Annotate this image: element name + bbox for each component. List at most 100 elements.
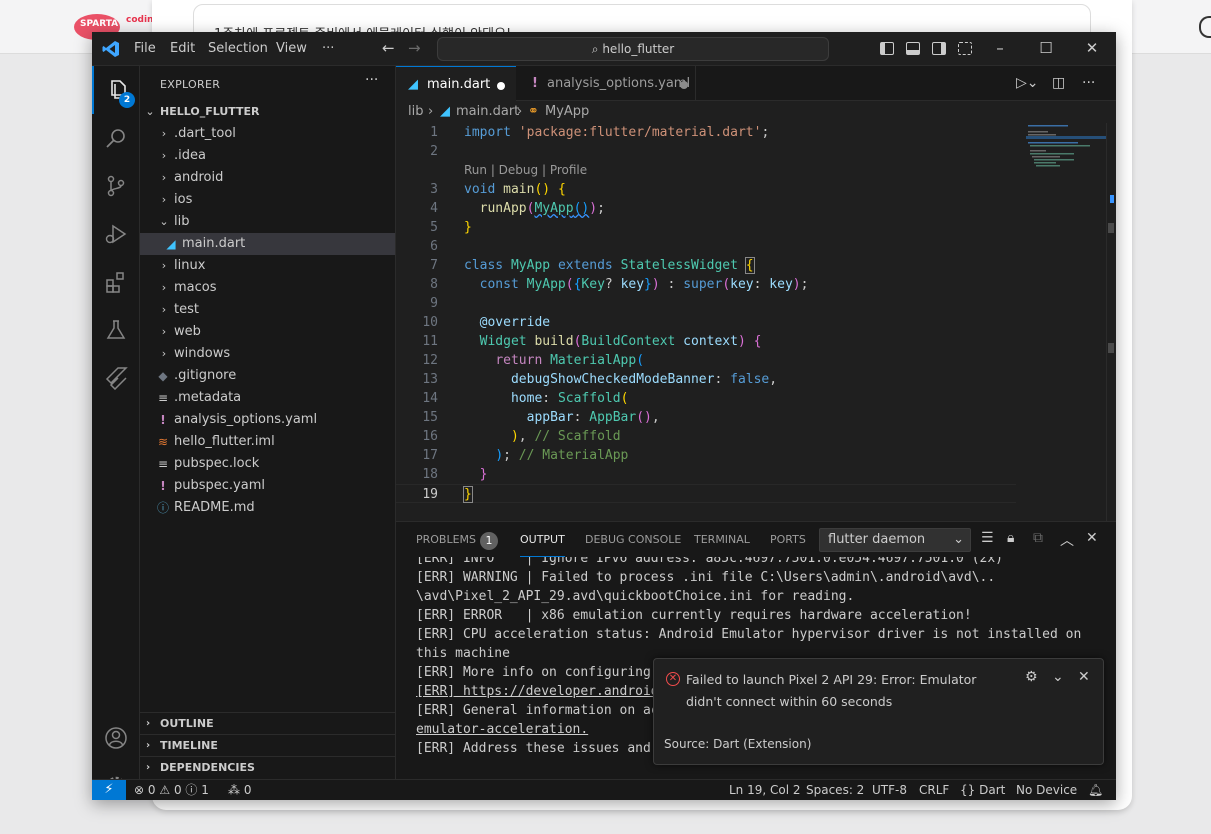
chevron-right-icon: ›: [161, 325, 167, 338]
unsaved-dot-icon[interactable]: [497, 82, 505, 90]
nav-forward-icon[interactable]: →: [408, 39, 421, 57]
collapse-notification-chevron-icon[interactable]: ⌄: [1052, 669, 1064, 685]
tab-analysis-options[interactable]: ! analysis_options.yaml: [516, 66, 696, 101]
user-icon[interactable]: [1199, 16, 1211, 38]
vscode-logo-icon: [102, 41, 119, 57]
editor-scrollbar[interactable]: [1106, 123, 1116, 521]
notification-settings-gear-icon[interactable]: ⚙: [1025, 669, 1038, 685]
explorer-more-icon[interactable]: ···: [365, 72, 378, 88]
clear-output-icon[interactable]: ⧉: [1033, 530, 1043, 546]
braces-icon: {}: [960, 783, 976, 797]
code-editor[interactable]: 1 import 'package:flutter/material.dart';…: [396, 123, 1016, 521]
tree-item[interactable]: › .idea: [140, 145, 395, 167]
dart-file-icon: ◢: [440, 104, 450, 119]
customize-layout-icon[interactable]: [958, 42, 972, 55]
tab-main-dart[interactable]: ◢ main.dart: [396, 66, 516, 101]
extensions-icon[interactable]: [92, 258, 140, 306]
explorer-icon[interactable]: 2: [92, 66, 140, 114]
eol-status[interactable]: CRLF: [919, 780, 949, 800]
cursor-position[interactable]: Ln 19, Col 2: [729, 780, 801, 800]
language-status[interactable]: {} Dart: [960, 780, 1005, 800]
tree-item[interactable]: › windows: [140, 343, 395, 365]
chevron-right-icon: ›: [161, 281, 167, 294]
file-icon: ≡: [157, 457, 169, 471]
log-link[interactable]: [ERR] https://developer.android: [416, 682, 659, 701]
source-control-icon[interactable]: [92, 162, 140, 210]
run-debug-icon[interactable]: [92, 210, 140, 258]
tree-item[interactable]: › .dart_tool: [140, 123, 395, 145]
menu-view[interactable]: View: [276, 32, 307, 66]
minimap[interactable]: [1026, 123, 1106, 521]
code-line: Widget build(BuildContext context) {: [479, 334, 762, 349]
lock-scroll-icon[interactable]: 🔒︎: [1007, 530, 1014, 546]
tree-item[interactable]: › test: [140, 299, 395, 321]
menu-file[interactable]: File: [134, 32, 156, 66]
breadcrumb-symbol[interactable]: MyApp: [545, 101, 589, 123]
toggle-primary-sidebar-icon[interactable]: [880, 42, 894, 55]
minimize-icon[interactable]: –: [990, 38, 1010, 58]
tree-item[interactable]: ≡ .metadata: [140, 387, 395, 409]
tree-item[interactable]: › linux: [140, 255, 395, 277]
breadcrumb-file[interactable]: main.dart: [456, 101, 519, 123]
tree-item[interactable]: ⌄ lib: [140, 211, 395, 233]
device-status[interactable]: No Device: [1016, 780, 1077, 800]
section-dependencies[interactable]: › DEPENDENCIES: [140, 756, 395, 778]
search-view-icon[interactable]: [92, 114, 140, 162]
section-timeline[interactable]: › TIMELINE: [140, 734, 395, 756]
nav-back-icon[interactable]: ←: [382, 39, 395, 57]
tree-item[interactable]: ! analysis_options.yaml: [140, 409, 395, 431]
chevron-right-icon: ›: [161, 259, 167, 272]
activity-bar: 2: [92, 66, 140, 796]
menu-selection[interactable]: Selection: [208, 32, 268, 66]
ports-status[interactable]: ⁂ 0: [228, 780, 251, 800]
maximize-icon[interactable]: ☐: [1036, 38, 1056, 58]
output-channel-select[interactable]: flutter daemon ⌄: [819, 528, 971, 552]
tab-ports[interactable]: PORTS: [770, 522, 806, 557]
menu-more[interactable]: ···: [322, 32, 334, 66]
chevron-right-icon: ›: [517, 104, 523, 119]
tree-item[interactable]: ≋ hello_flutter.iml: [140, 431, 395, 453]
error-notification: ✕ Failed to launch Pixel 2 API 29: Error…: [653, 658, 1104, 765]
close-window-icon[interactable]: ✕: [1082, 38, 1102, 58]
broadcast-icon: ⁂: [228, 783, 240, 797]
tab-terminal[interactable]: TERMINAL: [694, 522, 750, 557]
tree-item[interactable]: ⓘ README.md: [140, 497, 395, 519]
more-actions-icon[interactable]: ···: [1082, 66, 1095, 101]
tree-item[interactable]: › android: [140, 167, 395, 189]
section-outline[interactable]: › OUTLINE: [140, 712, 395, 734]
command-center-search[interactable]: ⌕ hello_flutter: [437, 37, 829, 61]
tab-problems[interactable]: PROBLEMS: [416, 522, 476, 557]
encoding-status[interactable]: UTF-8: [872, 780, 907, 800]
tab-debug-console[interactable]: DEBUG CONSOLE: [585, 522, 681, 557]
problems-status[interactable]: ⊗ 0 ⚠ 0 ⓘ 1: [134, 780, 209, 800]
unsaved-dot-icon[interactable]: [680, 81, 688, 89]
codelens-run-debug-profile[interactable]: Run | Debug | Profile: [464, 161, 587, 180]
toggle-panel-icon[interactable]: [906, 42, 920, 55]
tree-item[interactable]: › macos: [140, 277, 395, 299]
word-wrap-icon[interactable]: ☰: [981, 530, 994, 546]
run-debug-dropdown-icon[interactable]: ▷⌄: [1016, 66, 1039, 101]
accounts-icon[interactable]: [92, 714, 140, 762]
tab-output[interactable]: OUTPUT: [520, 522, 565, 557]
menu-edit[interactable]: Edit: [170, 32, 195, 66]
tree-item[interactable]: › ios: [140, 189, 395, 211]
log-link[interactable]: emulator-acceleration.: [416, 720, 588, 739]
toggle-secondary-sidebar-icon[interactable]: [932, 42, 946, 55]
remote-indicator-icon[interactable]: ⚡: [92, 780, 126, 800]
tree-item[interactable]: ◆ .gitignore: [140, 365, 395, 387]
close-notification-icon[interactable]: ✕: [1078, 669, 1090, 685]
tree-item[interactable]: ≡ pubspec.lock: [140, 453, 395, 475]
flutter-icon[interactable]: [92, 354, 140, 402]
split-editor-icon[interactable]: ◫: [1052, 66, 1065, 101]
indentation-status[interactable]: Spaces: 2: [806, 780, 864, 800]
close-panel-icon[interactable]: ✕: [1086, 530, 1098, 546]
chevron-right-icon: ›: [146, 762, 151, 773]
folder-root[interactable]: ⌄ HELLO_FLUTTER: [140, 101, 395, 123]
tree-item[interactable]: › web: [140, 321, 395, 343]
maximize-panel-icon[interactable]: ︿: [1060, 530, 1074, 550]
testing-icon[interactable]: [92, 306, 140, 354]
notifications-bell-icon[interactable]: 🔔︎: [1088, 780, 1103, 800]
tree-item[interactable]: ! pubspec.yaml: [140, 475, 395, 497]
breadcrumb-lib[interactable]: lib: [408, 101, 423, 123]
tree-item-selected[interactable]: ◢ main.dart: [140, 233, 395, 255]
